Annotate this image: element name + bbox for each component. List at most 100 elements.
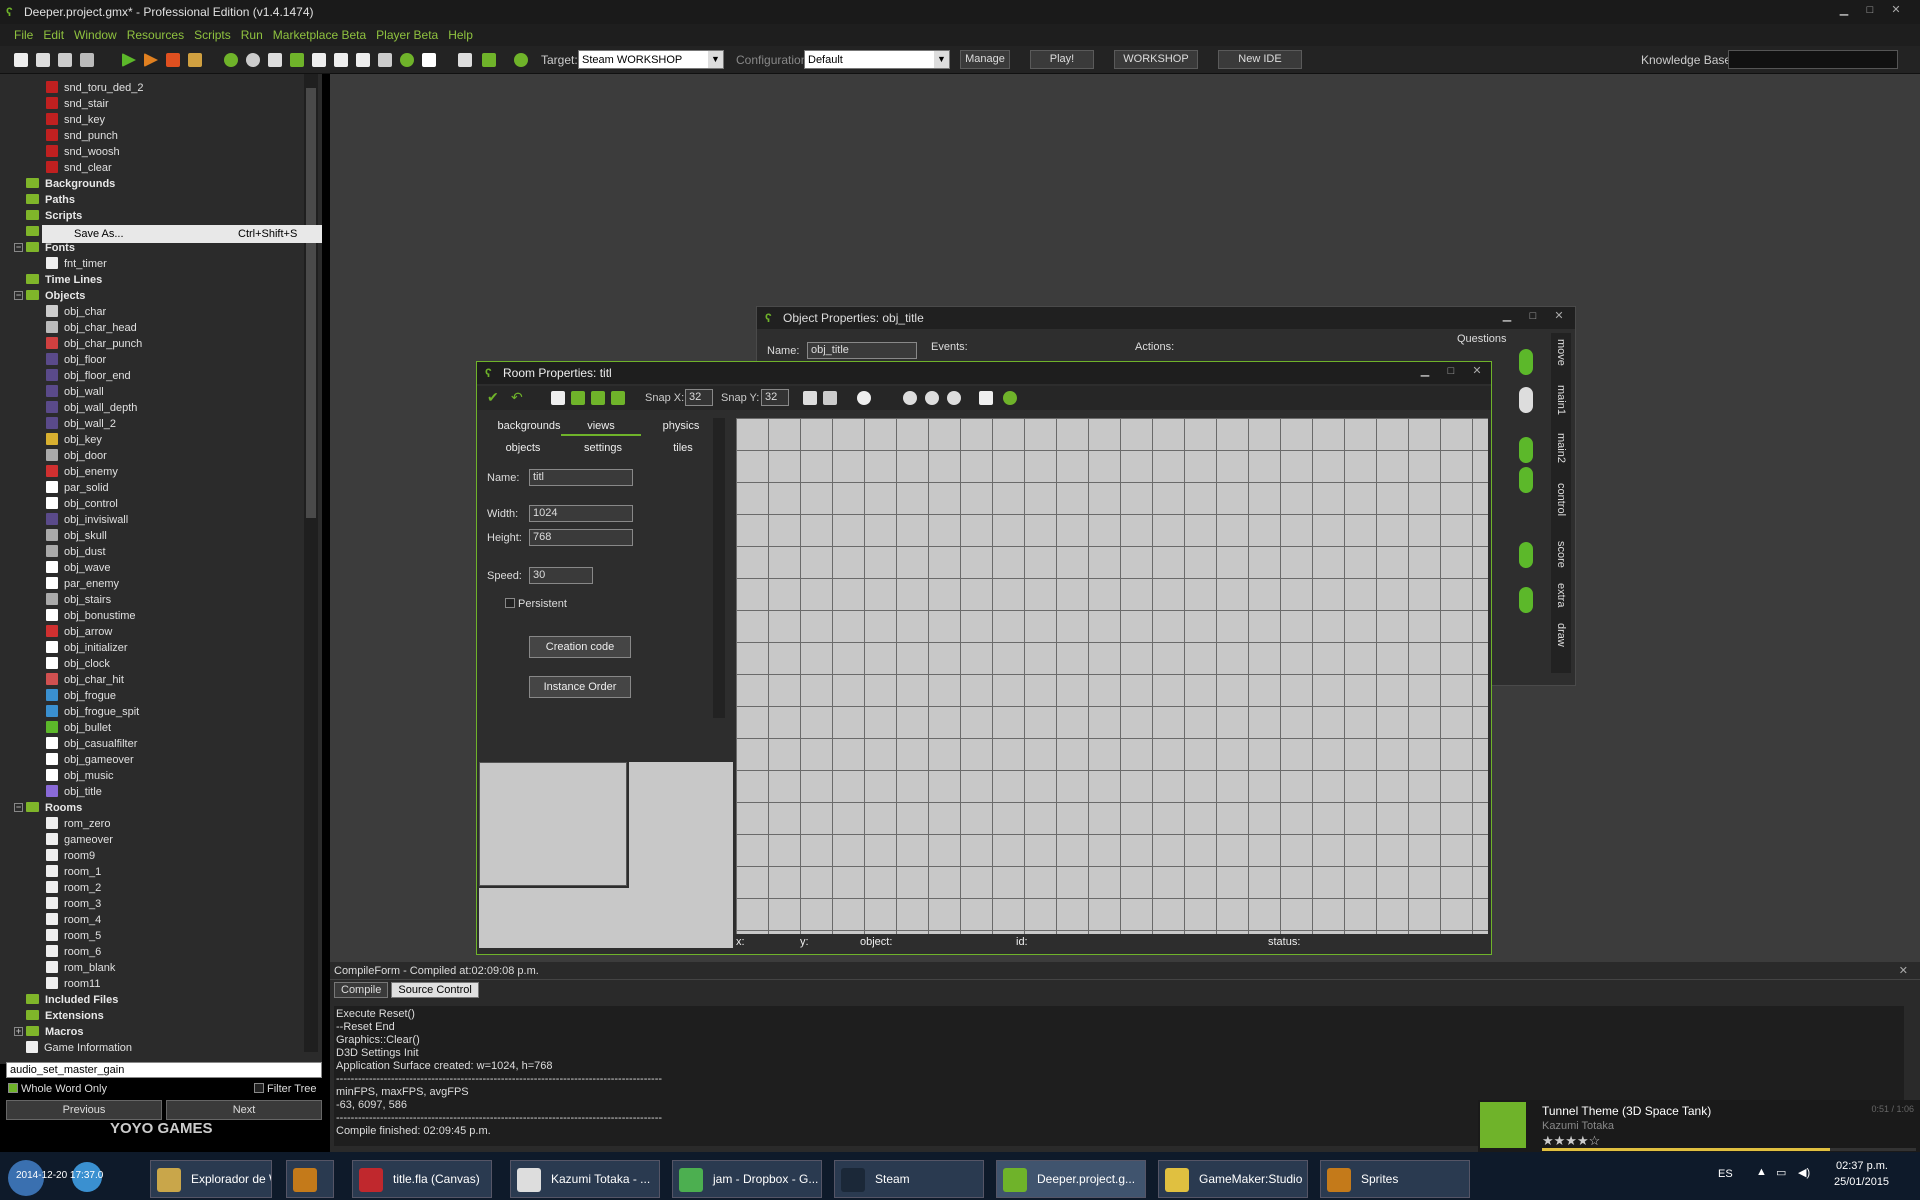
clear-room-icon[interactable] — [551, 391, 565, 405]
tree-folder[interactable]: Time Lines — [26, 272, 102, 288]
grid-toggle-icon[interactable] — [803, 391, 817, 405]
tree-folder[interactable]: Rooms − — [14, 800, 82, 816]
filter-tree-option[interactable]: Filter Tree — [254, 1083, 317, 1095]
room-name-input[interactable]: titl — [529, 469, 633, 486]
add-script-icon[interactable] — [312, 53, 326, 67]
open-file-icon[interactable] — [36, 53, 50, 67]
volume-icon[interactable]: ◀) — [1798, 1166, 1810, 1179]
close-icon[interactable]: ✕ — [1551, 309, 1567, 323]
minimize-icon[interactable]: ▁ — [1836, 3, 1852, 17]
clock-date[interactable]: 25/01/2015 — [1834, 1176, 1889, 1188]
add-sound-icon[interactable] — [246, 53, 260, 67]
context-menu-item-save-as[interactable]: Save As... Ctrl+Shift+S — [42, 225, 322, 243]
tree-folder[interactable]: Extensions — [26, 1008, 104, 1024]
tree-item[interactable]: room_5 — [46, 928, 101, 944]
zoom-icon[interactable] — [857, 391, 871, 405]
height-input[interactable]: 768 — [529, 529, 633, 546]
confirm-icon[interactable]: ✔ — [487, 389, 499, 406]
tree-item[interactable]: obj_door — [46, 448, 107, 464]
tab-score[interactable]: score — [1555, 541, 1567, 568]
question-icon[interactable] — [1519, 387, 1533, 413]
tree-item[interactable]: obj_floor — [46, 352, 106, 368]
tree-item[interactable]: snd_punch — [46, 128, 118, 144]
persistent-option[interactable]: Persistent — [505, 598, 567, 610]
tree-item[interactable]: obj_music — [46, 768, 114, 784]
tree-item[interactable]: gameover — [46, 832, 113, 848]
taskbar-item[interactable]: GameMaker:Studio — [1158, 1160, 1308, 1198]
tab-main1[interactable]: main1 — [1555, 385, 1567, 415]
tree-item[interactable]: obj_wall — [46, 384, 104, 400]
next-button[interactable]: Next — [166, 1100, 322, 1120]
tree-folder[interactable]: Backgrounds — [26, 176, 115, 192]
tree-item[interactable]: room_4 — [46, 912, 101, 928]
object-window-header[interactable]: ʕ Object Properties: obj_title ▁ □ ✕ — [757, 307, 1575, 329]
tab-views[interactable]: views — [561, 416, 641, 436]
tree-folder[interactable]: Macros + — [14, 1024, 84, 1040]
run-icon[interactable] — [122, 53, 136, 67]
tab-control[interactable]: control — [1555, 483, 1567, 516]
help-icon[interactable] — [1003, 391, 1017, 405]
speed-input[interactable]: 30 — [529, 567, 593, 584]
tree-item[interactable]: obj_key — [46, 432, 102, 448]
action-icon[interactable] — [1519, 349, 1533, 375]
object-name-input[interactable]: obj_title — [807, 342, 917, 359]
tree-folder[interactable]: Scripts — [26, 208, 82, 224]
tree-item[interactable]: obj_invisiwall — [46, 512, 128, 528]
zoom-in-icon[interactable] — [947, 391, 961, 405]
tree-item[interactable]: obj_initializer — [46, 640, 128, 656]
tree-item[interactable]: snd_stair — [46, 96, 109, 112]
tab-extra[interactable]: extra — [1555, 583, 1567, 607]
collapse-icon[interactable]: − — [14, 291, 23, 300]
tree-item[interactable]: obj_char_punch — [46, 336, 142, 352]
tree-item[interactable]: obj_clock — [46, 656, 110, 672]
config-select[interactable]: Default ▼ — [804, 50, 950, 69]
maximize-icon[interactable]: □ — [1862, 3, 1878, 17]
resource-tree[interactable]: snd_toru_ded_2 snd_stair snd_key snd_punch s… — [0, 74, 322, 1064]
menu-help[interactable]: Help — [448, 28, 473, 42]
tree-item[interactable]: obj_floor_end — [46, 368, 131, 384]
iso-grid-icon[interactable] — [823, 391, 837, 405]
persistent-checkbox[interactable] — [505, 598, 515, 608]
knowledge-base-input[interactable] — [1728, 50, 1898, 69]
close-icon[interactable]: ✕ — [1888, 3, 1904, 17]
var-icon[interactable] — [1519, 587, 1533, 613]
tree-item[interactable]: obj_title — [46, 784, 102, 800]
tree-item[interactable]: obj_bonustime — [46, 608, 136, 624]
filter-tree-checkbox[interactable] — [254, 1083, 264, 1093]
menu-run[interactable]: Run — [241, 28, 263, 42]
scrollbar-thumb[interactable] — [306, 88, 316, 518]
room-grid-canvas[interactable] — [736, 418, 1488, 934]
warning-icon[interactable] — [1519, 542, 1533, 568]
tree-item[interactable]: obj_casualfilter — [46, 736, 137, 752]
tree-item[interactable]: fnt_timer — [46, 256, 107, 272]
whole-word-checkbox[interactable] — [8, 1083, 18, 1093]
taskbar-item[interactable]: jam - Dropbox - G... — [672, 1160, 822, 1198]
tree-item[interactable]: obj_wall_2 — [46, 416, 116, 432]
shift-instances-icon[interactable] — [571, 391, 585, 405]
tab-source-control[interactable]: Source Control — [391, 982, 479, 998]
tree-item[interactable]: obj_skull — [46, 528, 107, 544]
unlock-icon[interactable] — [611, 391, 625, 405]
tree-item[interactable]: room_2 — [46, 880, 101, 896]
menu-marketplace[interactable]: Marketplace Beta — [273, 28, 366, 42]
tree-item[interactable]: rom_blank — [46, 960, 115, 976]
game-settings-icon[interactable] — [458, 53, 472, 67]
tab-physics[interactable]: physics — [641, 416, 721, 436]
whole-word-option[interactable]: Whole Word Only — [8, 1083, 107, 1095]
tree-item[interactable]: par_enemy — [46, 576, 119, 592]
zoom-reset-icon[interactable] — [925, 391, 939, 405]
add-shader-icon[interactable] — [334, 53, 348, 67]
export-icon[interactable] — [80, 53, 94, 67]
extensions-icon[interactable] — [482, 53, 496, 67]
add-path-icon[interactable] — [290, 53, 304, 67]
maximize-icon[interactable]: □ — [1443, 364, 1459, 378]
tree-item[interactable]: obj_wall_depth — [46, 400, 137, 416]
menu-window[interactable]: Window — [74, 28, 117, 42]
previous-button[interactable]: Previous — [6, 1100, 162, 1120]
network-icon[interactable]: ▭ — [1776, 1166, 1786, 1179]
minimize-icon[interactable]: ▁ — [1499, 309, 1515, 323]
add-font-icon[interactable] — [356, 53, 370, 67]
new-file-icon[interactable] — [14, 53, 28, 67]
tree-item[interactable]: snd_woosh — [46, 144, 120, 160]
tree-folder[interactable]: Objects − — [14, 288, 85, 304]
